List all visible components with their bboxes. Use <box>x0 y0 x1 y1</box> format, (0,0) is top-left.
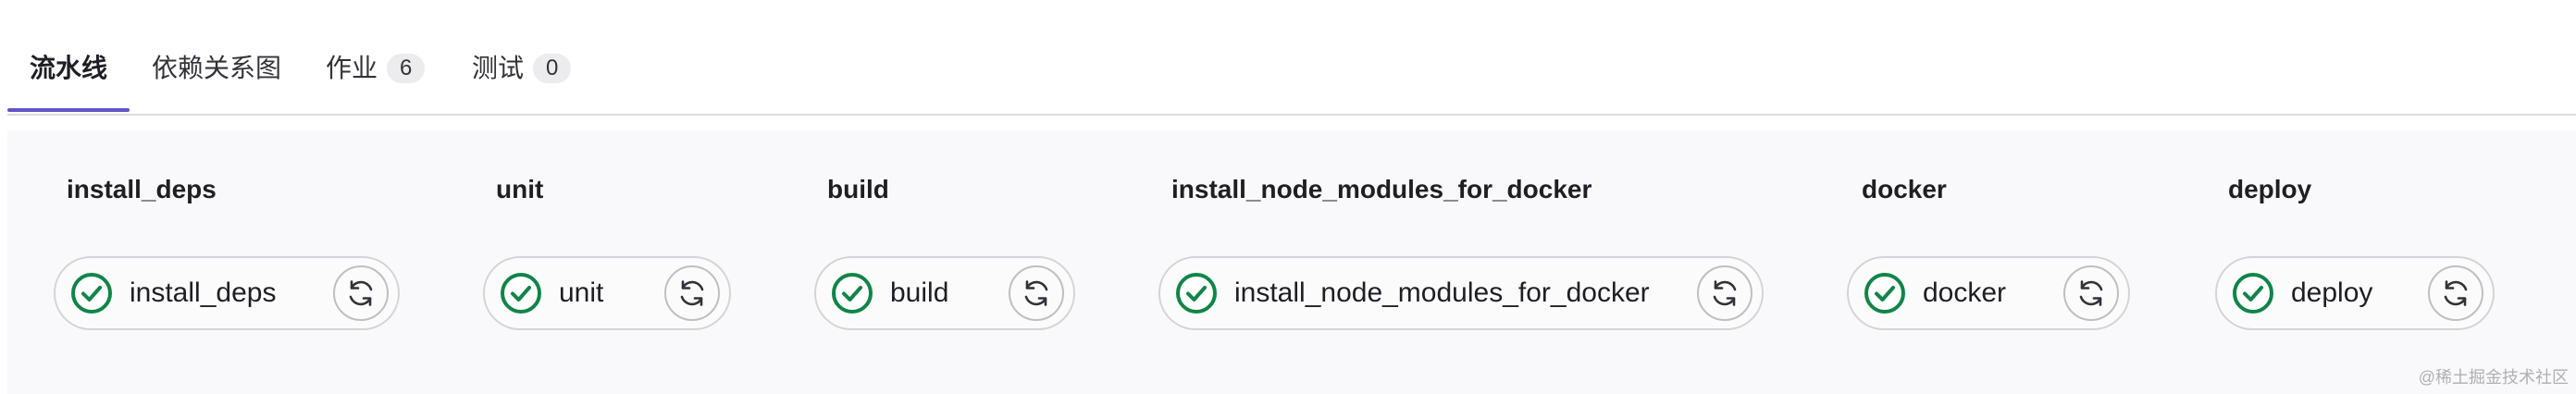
retry-button[interactable] <box>1697 265 1752 321</box>
job-deploy[interactable]: deploy <box>2215 256 2495 330</box>
watermark: @稀土掘金技术社区 <box>2418 368 2569 387</box>
job-build[interactable]: build <box>814 256 1075 330</box>
retry-icon <box>1024 280 1048 306</box>
retry-icon <box>2444 280 2468 306</box>
tab-pipeline-label: 流水线 <box>30 54 108 82</box>
check-circle-icon <box>71 273 112 314</box>
stage-title-unit: unit <box>496 175 544 203</box>
stage-title-docker: docker <box>1862 175 1947 203</box>
retry-icon <box>1713 280 1737 306</box>
tab-jobs[interactable]: 作业 6 <box>326 52 426 107</box>
tab-dependency-graph-label: 依赖关系图 <box>152 54 282 82</box>
retry-icon <box>680 280 704 306</box>
job-docker[interactable]: docker <box>1847 256 2130 330</box>
retry-icon <box>2079 280 2103 306</box>
check-circle-icon <box>501 273 541 314</box>
stage-title-install-deps: install_deps <box>67 175 217 203</box>
tab-bar: 流水线 依赖关系图 作业 6 测试 0 <box>7 0 2576 116</box>
job-name: install_deps <box>130 277 277 308</box>
tab-tests-count-badge: 0 <box>533 54 572 83</box>
check-circle-icon <box>1864 273 1905 314</box>
job-install-deps[interactable]: install_deps <box>54 256 400 330</box>
retry-button[interactable] <box>2063 265 2119 321</box>
check-circle-icon <box>832 273 873 314</box>
pipeline-graph: install_deps install_deps unit unit buil… <box>7 130 2576 394</box>
stage-title-deploy: deploy <box>2228 175 2312 203</box>
retry-icon <box>349 280 373 306</box>
check-circle-icon <box>2233 273 2273 314</box>
job-name: docker <box>1923 277 2007 308</box>
retry-button[interactable] <box>1009 265 1064 321</box>
stage-title-install-node-modules-for-docker: install_node_modules_for_docker <box>1171 175 1592 203</box>
tab-tests[interactable]: 测试 0 <box>472 52 572 107</box>
tab-jobs-label: 作业 <box>326 54 378 82</box>
job-install-node-modules-for-docker[interactable]: install_node_modules_for_docker <box>1158 256 1764 330</box>
retry-button[interactable] <box>333 265 389 321</box>
retry-button[interactable] <box>2428 265 2483 321</box>
tab-jobs-count-badge: 6 <box>387 54 426 83</box>
job-name: install_node_modules_for_docker <box>1234 277 1650 308</box>
job-name: deploy <box>2291 277 2373 308</box>
tab-pipeline[interactable]: 流水线 <box>30 52 107 107</box>
job-unit[interactable]: unit <box>483 256 731 330</box>
active-tab-indicator <box>7 108 130 112</box>
tab-dependency-graph[interactable]: 依赖关系图 <box>152 52 281 107</box>
check-circle-icon <box>1176 273 1217 314</box>
retry-button[interactable] <box>664 265 720 321</box>
stage-title-build: build <box>827 175 889 203</box>
job-name: build <box>890 277 949 308</box>
job-name: unit <box>559 277 604 308</box>
tab-tests-label: 测试 <box>472 54 525 82</box>
